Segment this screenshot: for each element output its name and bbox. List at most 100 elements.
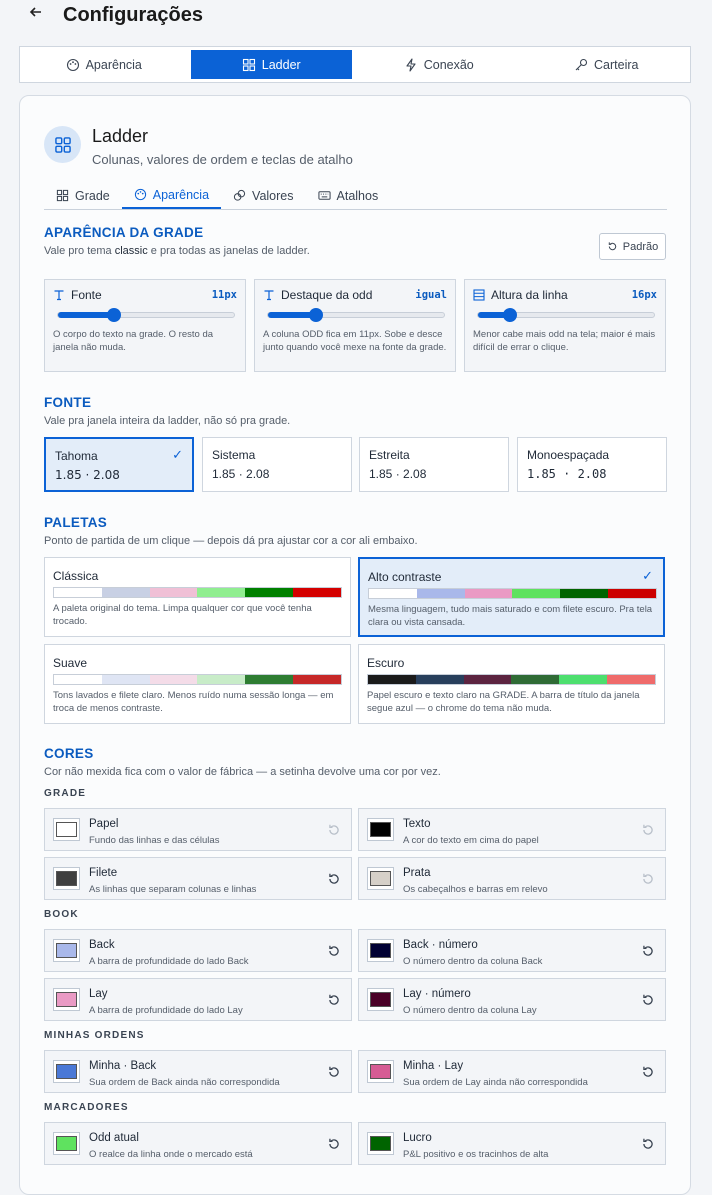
color-swatch-button[interactable]	[367, 939, 394, 962]
reset-icon[interactable]	[327, 944, 341, 958]
color-group-label: MINHAS ORDENS	[44, 1030, 145, 1041]
palette-swatches	[53, 674, 342, 685]
color-swatch-button[interactable]	[53, 939, 80, 962]
font-option-card[interactable]: Estreita 1.85 · 2.08	[359, 437, 509, 492]
palettes-desc: Ponto de partida de um clique — depois d…	[44, 535, 418, 547]
subtab-grade[interactable]: Grade	[44, 182, 122, 209]
color-swatch-button[interactable]	[53, 1132, 80, 1155]
color-row: Lay · número O número dentro da coluna La…	[358, 978, 666, 1021]
subtab-label: Atalhos	[336, 188, 379, 203]
slider-thumb[interactable]	[502, 308, 517, 322]
color-swatch-button[interactable]	[53, 1060, 80, 1083]
palette-card[interactable]: Escuro Papel escuro e texto claro na GRAD…	[358, 644, 665, 724]
color-row: Minha · Back Sua ordem de Back ainda não …	[44, 1050, 352, 1093]
palette-swatch	[197, 588, 246, 597]
color-desc: O número dentro da coluna Lay	[403, 1005, 537, 1016]
tab-ladder[interactable]: Ladder	[190, 50, 352, 79]
reset-defaults-button[interactable]: Padrão	[599, 233, 666, 260]
font-option-sample: 1.85 · 2.08	[55, 468, 120, 482]
color-row: Texto A cor do texto em cima do papel	[358, 808, 666, 851]
slider-label-text: Destaque da odd	[281, 288, 373, 302]
palette-desc: A paleta original do tema. Limpa qualque…	[53, 603, 312, 627]
palette-swatch	[463, 675, 512, 684]
palette-desc: Mesma linguagem, tudo mais saturado e co…	[368, 604, 653, 628]
subtab-label: Grade	[75, 188, 110, 203]
color-desc: O número dentro da coluna Back	[403, 956, 543, 967]
font-desc: Vale pra janela inteira da ladder, não s…	[44, 415, 291, 427]
palette-swatch	[149, 588, 198, 597]
color-swatch	[56, 992, 77, 1007]
color-name: Prata	[403, 867, 431, 879]
color-swatch-button[interactable]	[53, 867, 80, 890]
font-option-card[interactable]: Monoespaçada 1.85 · 2.08	[517, 437, 667, 492]
color-row: Minha · Lay Sua ordem de Lay ainda não co…	[358, 1050, 666, 1093]
odd-highlight-slider[interactable]	[267, 308, 445, 322]
reset-icon[interactable]	[641, 1065, 655, 1079]
reset-icon[interactable]	[327, 1065, 341, 1079]
coins-icon	[233, 189, 246, 201]
slider-value: igual	[415, 289, 447, 301]
color-swatch-button[interactable]	[367, 1132, 394, 1155]
palette-swatch	[54, 588, 102, 597]
tab-conexao[interactable]: Conexão	[358, 50, 520, 79]
subtab-valores[interactable]: Valores	[221, 182, 305, 209]
tab-aparencia[interactable]: Aparência	[23, 50, 185, 79]
subtab-aparencia[interactable]: Aparência	[121, 182, 222, 209]
key-icon	[575, 58, 588, 70]
color-name: Minha · Lay	[403, 1060, 464, 1072]
color-row: Lucro P&L positivo e os tracinhos de alta	[358, 1122, 666, 1165]
palette-card[interactable]: Clássica A paleta original do tema. Limpa…	[44, 557, 351, 637]
color-name: Papel	[89, 818, 119, 830]
palette-icon	[134, 188, 146, 201]
palette-swatch	[101, 675, 150, 684]
color-group-label: BOOK	[44, 909, 79, 920]
palette-swatch	[368, 675, 416, 684]
color-swatch-button[interactable]	[367, 988, 394, 1011]
color-swatch	[56, 871, 77, 886]
font-size-slider[interactable]	[57, 308, 235, 322]
font-option-card[interactable]: Sistema 1.85 · 2.08	[202, 437, 352, 492]
check-icon: ✓	[172, 447, 183, 462]
color-swatch-button[interactable]	[367, 867, 394, 890]
palette-swatch	[197, 675, 246, 684]
arrow-left-icon	[29, 7, 41, 17]
color-swatch-button[interactable]	[367, 818, 394, 841]
reset-icon[interactable]	[327, 993, 341, 1007]
slider-thumb[interactable]	[107, 308, 122, 322]
tab-carteira[interactable]: Carteira	[526, 50, 688, 79]
grid-icon	[242, 58, 255, 71]
palette-swatch	[369, 589, 417, 598]
palette-card[interactable]: Alto contraste ✓ Mesma linguagem, tudo mai…	[358, 557, 665, 637]
color-swatch-button[interactable]	[53, 818, 80, 841]
reset-icon	[643, 873, 653, 884]
reset-icon[interactable]	[641, 993, 655, 1007]
subtab-atalhos[interactable]: Atalhos	[306, 182, 391, 209]
font-option-sample: 1.85 · 2.08	[212, 467, 270, 481]
reset-icon	[608, 242, 616, 251]
reset-icon[interactable]	[641, 1137, 655, 1151]
reset-label: Padrão	[622, 240, 659, 253]
color-swatch-button[interactable]	[53, 988, 80, 1011]
slider-thumb[interactable]	[308, 308, 323, 322]
back-button[interactable]	[28, 4, 48, 26]
palette-swatch	[560, 589, 609, 598]
row-height-slider[interactable]	[477, 308, 655, 322]
palette-swatch	[54, 675, 102, 684]
palette-card[interactable]: Suave Tons lavados e filete claro. Menos …	[44, 644, 351, 724]
color-desc: Sua ordem de Lay ainda não correspondida	[403, 1077, 588, 1088]
reset-icon[interactable]	[327, 872, 341, 886]
color-swatch	[56, 943, 77, 958]
palette-desc: Tons lavados e filete claro. Menos ruído…	[53, 690, 334, 714]
tab-label: Conexão	[423, 57, 474, 72]
reset-icon[interactable]	[327, 1137, 341, 1151]
palettes-title: PALETAS	[44, 515, 108, 530]
color-swatch-button[interactable]	[367, 1060, 394, 1083]
color-row: Filete As linhas que separam colunas e li…	[44, 857, 352, 900]
color-swatch	[370, 992, 391, 1007]
color-row: Lay A barra de profundidade do lado Lay	[44, 978, 352, 1021]
slider-value: 16px	[631, 289, 657, 301]
font-option-card[interactable]: Tahoma 1.85 · 2.08 ✓	[44, 437, 194, 492]
grid-icon	[54, 136, 71, 153]
reset-icon[interactable]	[641, 944, 655, 958]
slider-label: Fonte	[53, 288, 102, 302]
